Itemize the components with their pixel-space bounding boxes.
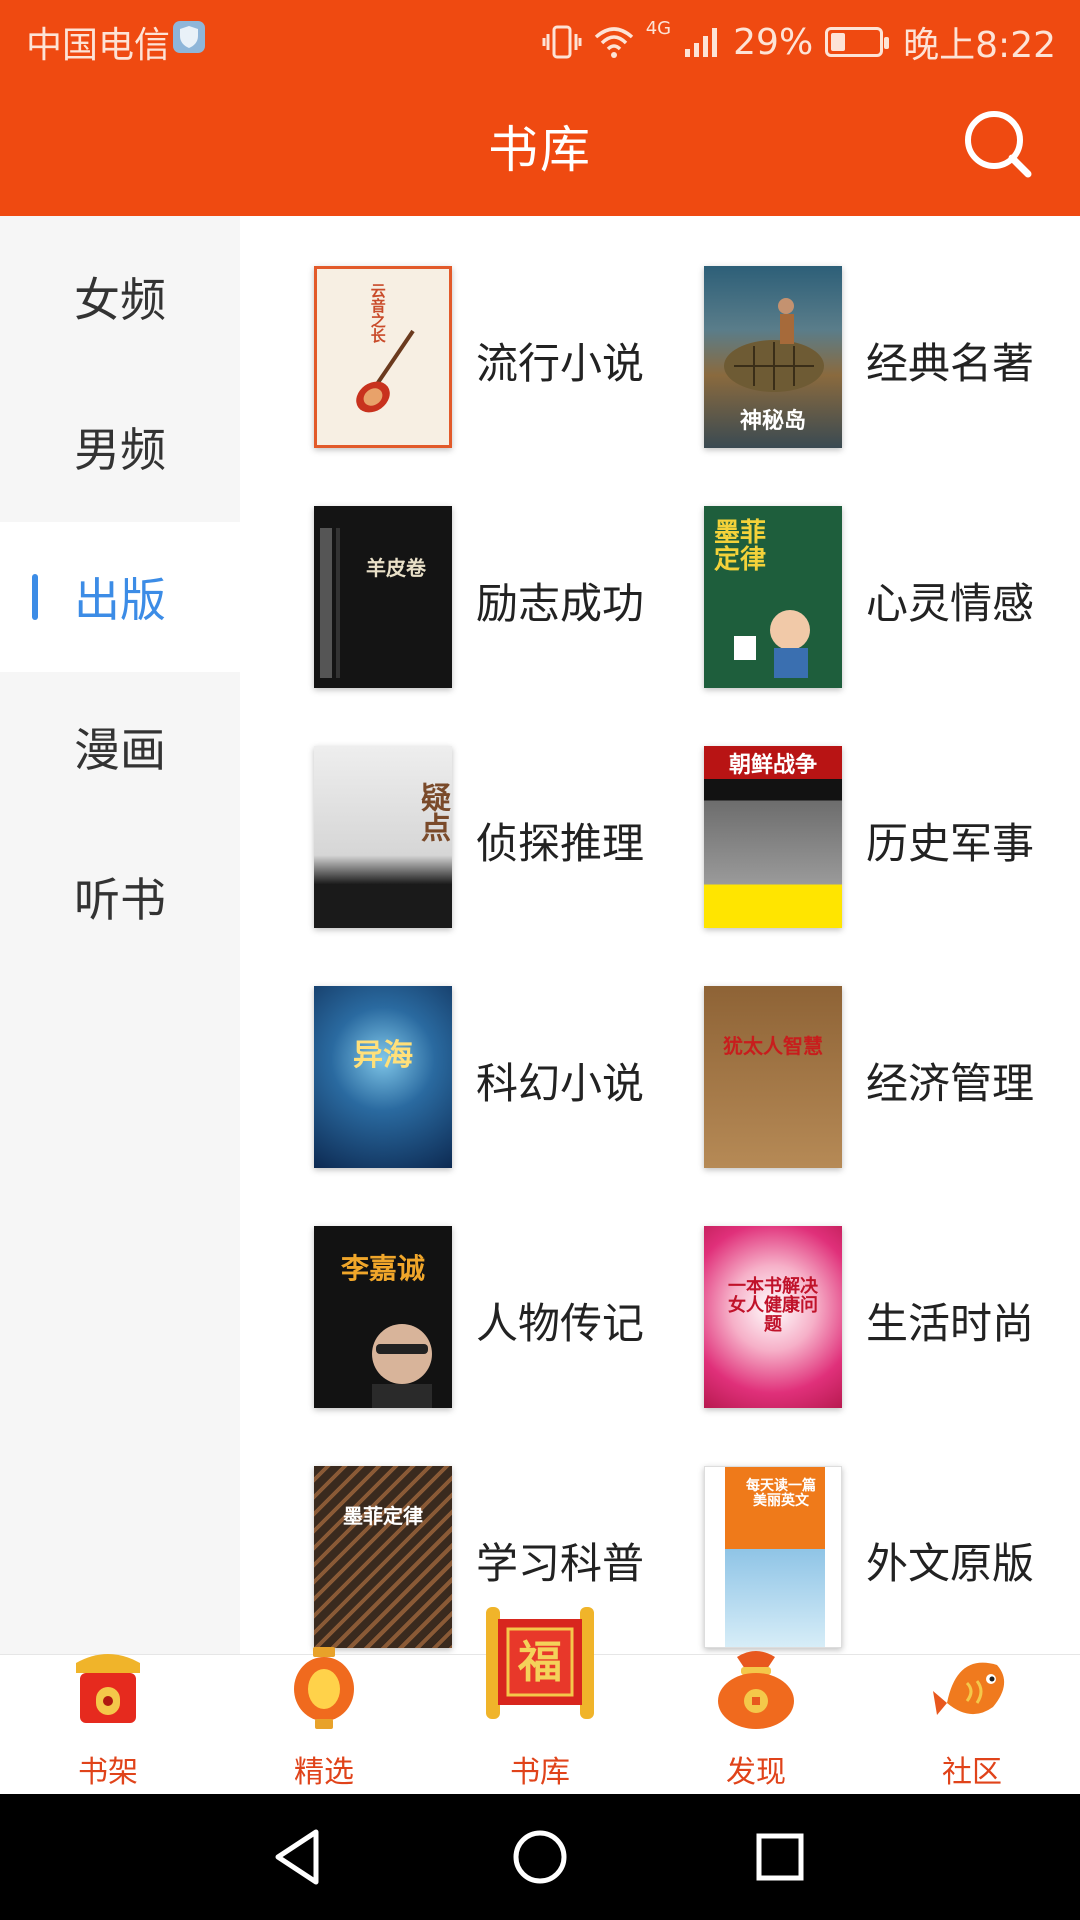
book-cover: 墨菲定律 [704,506,842,688]
book-cover: 每天读一篇美丽英文 [704,1466,842,1648]
category-item[interactable]: 每天读一篇美丽英文 外文原版 [704,1466,1080,1648]
bottom-tab-bar: 书架 精选 福 书库 发现 社区 [0,1607,1080,1795]
sidebar-item-comics[interactable]: 漫画 [0,672,240,822]
portrait-illustration [372,1324,432,1408]
tab-community[interactable]: 社区 [864,1655,1080,1795]
category-label: 流行小说 [476,339,645,388]
fish-icon [933,1662,1005,1715]
lantern-icon [294,1647,354,1729]
status-bar: 中国电信 4G 29% 晚上8:22 [0,0,1080,76]
category-label: 生活时尚 [866,1299,1035,1348]
tab-featured[interactable]: 精选 [216,1647,432,1795]
book-cover: 羊皮卷 [314,506,452,688]
pillar-illustration [320,528,340,678]
category-item[interactable]: 羊皮卷 励志成功 [314,506,704,688]
category-label: 历史军事 [866,819,1035,868]
tab-library[interactable]: 福 书库 [432,1607,648,1795]
book-cover: 朝鲜战争 [704,746,842,928]
category-item[interactable]: 神秘岛 经典名著 [704,266,1080,448]
book-cover: 李嘉诚 [314,1226,452,1408]
security-shield-icon [173,21,205,53]
battery-percent: 29% [733,21,814,63]
category-label: 励志成功 [476,579,645,628]
network-type: 4G [645,18,672,39]
category-label: 经济管理 [866,1059,1035,1108]
svg-text:福: 福 [517,1637,562,1688]
lucky-bag-icon [718,1651,794,1729]
battery-icon [825,27,890,57]
category-item[interactable]: 朝鲜战争 历史军事 [704,746,1080,928]
page-title: 书库 [488,121,592,179]
carrier-name: 中国电信 [26,25,171,66]
category-item[interactable]: 犹太人智慧 经济管理 [704,986,1080,1168]
category-label: 侦探推理 [476,819,645,868]
category-item[interactable]: 墨菲定律 心灵情感 [704,506,1080,688]
book-cover: 疑点 [314,746,452,928]
sidebar-item-audio[interactable]: 听书 [0,822,240,972]
cartoon-man-illustration [734,610,810,678]
category-label: 心灵情感 [866,579,1035,628]
book-cover: 一本书解决女人健康问题 [704,1226,842,1408]
category-label: 人物传记 [476,1299,645,1348]
category-sidebar: 女频 男频 出版 漫画 听书 [0,216,240,1654]
app-header: 书库 [0,76,1080,216]
system-nav-bar [0,1794,1080,1920]
recents-icon[interactable] [747,1824,813,1890]
back-icon[interactable] [266,1824,332,1890]
bookshelf-icon [76,1654,140,1723]
fu-scroll-icon: 福 [486,1607,594,1719]
book-cover: 云音之长 [314,266,452,448]
category-grid: 云音之长 流行小说 神秘岛 经典名著 羊皮卷 励志成功 墨菲定律 心灵情感 疑点… [240,216,1080,1654]
category-item[interactable]: 李嘉诚 人物传记 [314,1226,704,1408]
book-cover: 神秘岛 [704,266,842,448]
tab-discover[interactable]: 发现 [648,1651,864,1795]
category-item[interactable]: 云音之长 流行小说 [314,266,704,448]
book-cover: 墨菲定律 [314,1466,452,1648]
tab-bookshelf[interactable]: 书架 [0,1654,216,1795]
category-label: 经典名著 [866,339,1035,388]
category-item[interactable]: 异海 科幻小说 [314,986,704,1168]
category-item[interactable]: 疑点 侦探推理 [314,746,704,928]
search-icon[interactable] [960,106,1036,182]
book-cover: 异海 [314,986,452,1168]
sidebar-item-female[interactable]: 女频 [0,222,240,372]
sidebar-item-publish[interactable]: 出版 [0,522,240,672]
home-icon[interactable] [507,1824,573,1890]
category-label: 学习科普 [476,1539,645,1588]
category-label: 外文原版 [866,1539,1035,1588]
clock: 晚上8:22 [903,25,1056,66]
wifi-icon [594,27,633,58]
pipa-illustration [356,329,415,413]
status-icons: 4G 29% 晚上8:22 [542,16,1056,68]
signal-icon [685,28,718,57]
sidebar-item-male[interactable]: 男频 [0,372,240,522]
category-label: 科幻小说 [476,1059,645,1108]
book-cover: 犹太人智慧 [704,986,842,1168]
vibrate-icon [542,25,582,59]
category-item[interactable]: 一本书解决女人健康问题 生活时尚 [704,1226,1080,1408]
